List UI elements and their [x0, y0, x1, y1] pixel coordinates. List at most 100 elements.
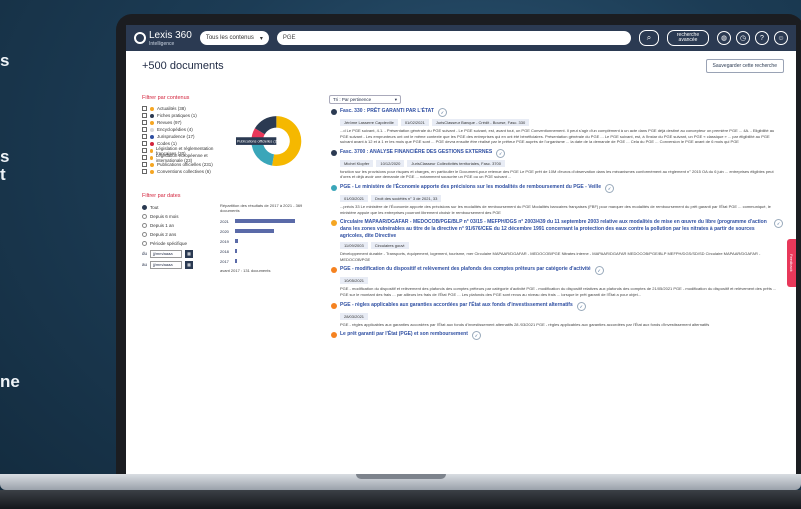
result-tag: Circulaires gouvt [370, 242, 409, 250]
result-tag: 28/03/2021 [340, 312, 369, 320]
result-count: +500 documents [142, 60, 224, 72]
sort-select[interactable]: Tri : Par pertinence ▾ [329, 95, 401, 104]
content-filter-item[interactable]: Fiches pratiques (1) [142, 112, 230, 119]
content-filter-item[interactable]: Revues (97) [142, 119, 230, 126]
date-filter-options: Tout Depuis 6 mois Depuis 1 an Depuis 2 ans… [142, 203, 212, 273]
result-title-link[interactable]: PGE - modification du dispositif et relè… [340, 266, 591, 273]
date-to-input[interactable]: jj/mm/aaaa [150, 260, 183, 269]
result-tags: 01/03/2021 Droit des sociétés n° 3 de 202… [340, 194, 783, 202]
calendar-icon[interactable]: ▦ [185, 260, 194, 269]
radio-button[interactable] [142, 214, 147, 219]
result-title-link[interactable]: Fasc. 3700 : ANALYSE FINANCIÈRE DES GEST… [340, 149, 492, 156]
radio-button[interactable] [142, 205, 147, 210]
content-filter-item[interactable]: Législation européenne et internationale… [142, 153, 230, 163]
date-distribution: Répartition des résultats de 2017 à 2021… [220, 203, 314, 273]
brand-logo[interactable]: Lexis 360 Intelligence [134, 30, 192, 47]
verified-check-icon[interactable]: ✓ [594, 266, 604, 276]
date-option[interactable]: Depuis 2 ans [142, 230, 212, 239]
logo-icon [134, 32, 146, 44]
sort-value: Tri : Par pertinence [333, 97, 372, 102]
date-option[interactable]: Tout [142, 203, 212, 212]
verified-check-icon[interactable]: ✓ [496, 148, 506, 158]
distribution-row[interactable]: 2019 [220, 236, 314, 246]
result-title-link[interactable]: PGE - règles applicables aux garanties a… [340, 302, 573, 309]
clock-icon[interactable]: ◷ [736, 31, 750, 45]
verified-check-icon[interactable]: ✓ [437, 108, 447, 117]
calendar-icon[interactable]: ▦ [185, 249, 194, 258]
bell-icon[interactable]: ◍ [717, 31, 731, 45]
content-filter-item[interactable]: Conventions collectives (6) [142, 168, 230, 175]
distribution-row[interactable]: 2018 [220, 246, 314, 256]
content-filter-item[interactable]: Encyclopédies (4) [142, 126, 230, 133]
checkbox[interactable] [142, 120, 147, 125]
content-filter-label: Revues (97) [157, 120, 182, 125]
checkbox[interactable] [142, 169, 147, 174]
checkbox[interactable] [142, 162, 147, 167]
result-title-link[interactable]: Le prêt garanti par l'État (PGE) et son … [340, 331, 468, 338]
radio-button[interactable] [142, 232, 147, 237]
result-tag: 01/02/2021 [400, 119, 429, 126]
search-input[interactable]: PGE [276, 31, 631, 45]
result-title-link[interactable]: Circulaire MAPAAR/DGAFAR - MEDOCOB/PGE/B… [340, 219, 770, 240]
content-filter-list: Actualités (38) Fiches pratiques (1) Revue… [142, 105, 230, 181]
scope-select[interactable]: Tous les contenus ▾ [199, 31, 269, 45]
result-tag: 01/03/2021 [340, 194, 369, 202]
save-search-button[interactable]: Sauvegarder cette recherche [705, 59, 784, 73]
distribution-row[interactable]: 2017 [220, 256, 314, 266]
distribution-year: 2020 [220, 228, 229, 234]
date-option[interactable]: Depuis 1 an [142, 221, 212, 230]
advanced-search-button[interactable]: recherche avancée [667, 30, 709, 46]
help-icon[interactable]: ? [755, 31, 769, 45]
result-tags: 10/05/2021 [340, 277, 783, 285]
result-title-link[interactable]: PGE - Le ministère de l'Économie apporte… [340, 184, 601, 191]
distribution-bar [235, 239, 238, 243]
category-color-dot [149, 155, 153, 160]
result-title-row: PGE - modification du dispositif et relè… [340, 266, 783, 276]
result-tags: 11/09/2003 Circulaires gouvt [340, 242, 783, 250]
content-filter-label: Actualités (38) [157, 106, 186, 111]
result-title-link[interactable]: Fasc. 330 : PRÊT GARANTI PAR L'ÉTAT [340, 108, 434, 115]
checkbox[interactable] [142, 106, 147, 111]
content-filter-item[interactable]: Jurisprudence (17) [142, 133, 230, 140]
checkbox[interactable] [142, 148, 147, 153]
radio-button[interactable] [142, 241, 147, 246]
date-option[interactable]: Période spécifique [142, 239, 212, 248]
radio-button[interactable] [142, 223, 147, 228]
result-tag: JurisClasseur Collectivités territoriale… [407, 159, 505, 167]
date-option-label: Depuis 6 mois [150, 214, 179, 219]
checkbox[interactable] [142, 134, 147, 139]
backdrop-text-1: s [0, 51, 10, 70]
user-icon[interactable]: ☺ [774, 31, 788, 45]
date-from-input[interactable]: jj/mm/aaaa [150, 249, 183, 258]
content-filter-label: Jurisprudence (17) [157, 134, 195, 139]
results-list: Tri : Par pertinence ▾ Fasc. 330 : PRÊT G… [329, 95, 783, 344]
date-option[interactable]: Depuis 6 mois [142, 212, 212, 221]
distribution-year: 2021 [220, 218, 229, 224]
checkbox[interactable] [142, 141, 147, 146]
chevron-down-icon: ▾ [259, 35, 263, 42]
verified-check-icon[interactable]: ✓ [576, 301, 586, 311]
checkbox[interactable] [142, 127, 147, 132]
result-title-row: Fasc. 330 : PRÊT GARANTI PAR L'ÉTAT ✓ [340, 108, 783, 117]
verified-check-icon[interactable]: ✓ [471, 331, 481, 341]
result-type-dot [331, 149, 337, 156]
pie-callout-label: Publications officielles (231) [237, 140, 282, 144]
result-snippet: PGE - modification du dispositif et relè… [340, 286, 777, 297]
distribution-row[interactable]: 2020 [220, 226, 314, 236]
distribution-bar [235, 219, 295, 223]
result-tag: 10/12/2020 [376, 159, 405, 167]
search-button[interactable]: ⌕ [639, 30, 659, 46]
result-tag: 10/05/2021 [340, 277, 369, 285]
verified-check-icon[interactable]: ✓ [774, 219, 783, 229]
laptop-shadow [0, 490, 801, 509]
result-tag: Droit des sociétés n° 3 de 2021, 33 [371, 194, 442, 202]
feedback-tab[interactable]: Feedback [787, 239, 796, 287]
content-filter-item[interactable]: Actualités (38) [142, 105, 230, 112]
checkbox[interactable] [142, 155, 147, 160]
verified-check-icon[interactable]: ✓ [605, 183, 614, 193]
checkbox[interactable] [142, 113, 147, 118]
result-snippet: Développement durable - Transports, équi… [340, 251, 761, 262]
result-snippet: PGE - règles applicables aux garanties a… [340, 321, 710, 327]
result-type-dot [331, 302, 337, 309]
distribution-row[interactable]: 2021 [220, 216, 314, 226]
